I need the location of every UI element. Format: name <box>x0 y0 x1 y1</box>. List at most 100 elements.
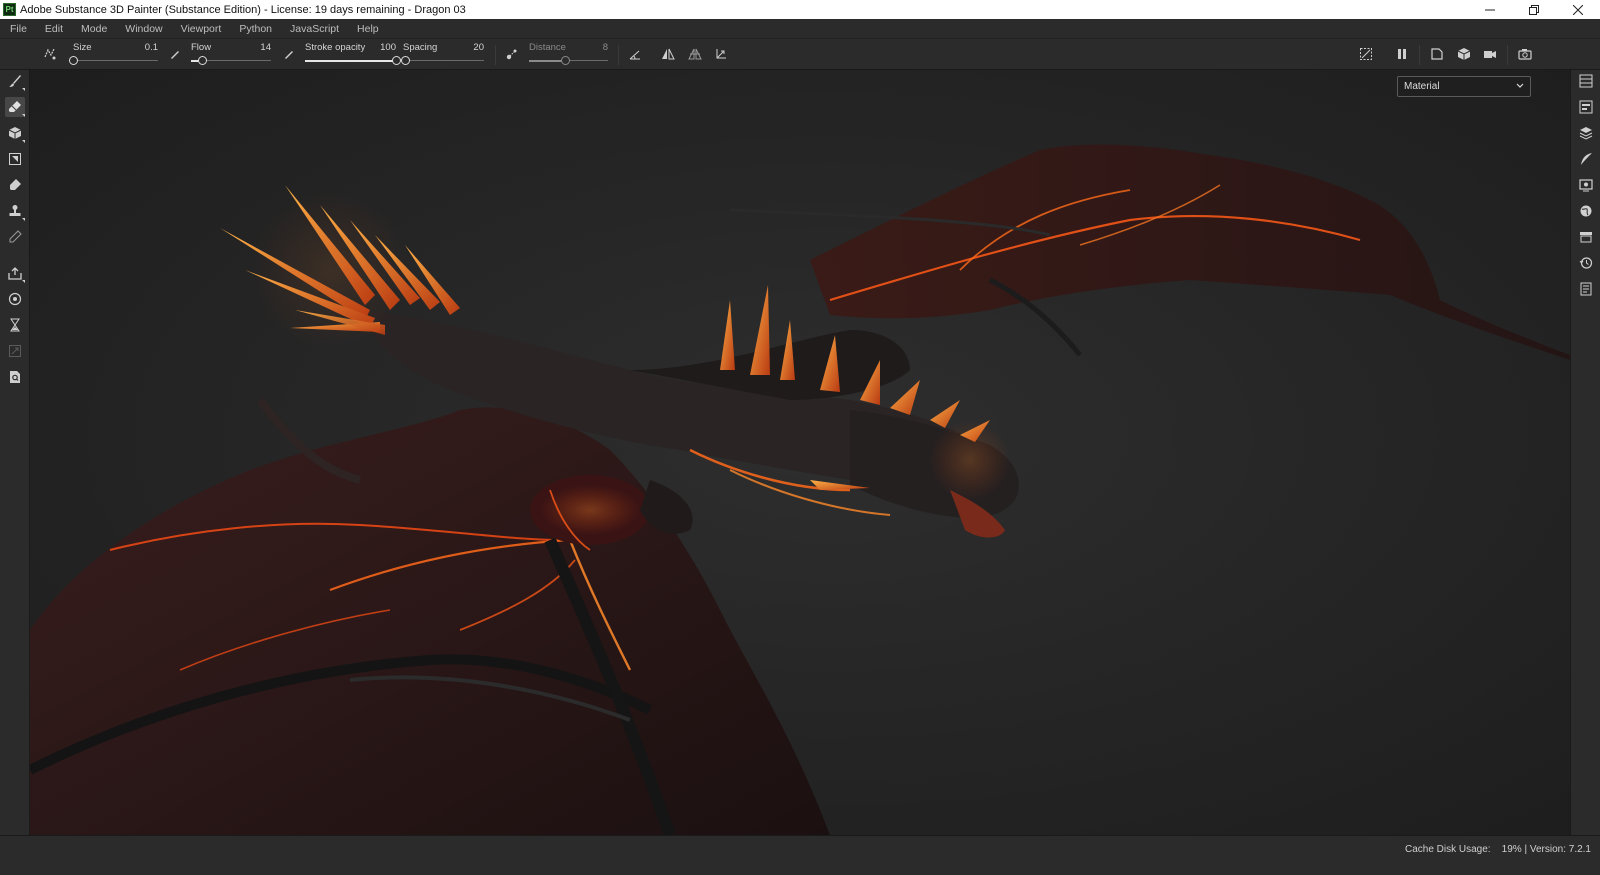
distance-slider[interactable]: Distance 8 <box>529 42 608 68</box>
settings-panel-icon <box>1579 100 1593 114</box>
distance-value[interactable]: 8 <box>603 42 608 53</box>
layers-button[interactable] <box>1577 124 1595 142</box>
viewport-channel-value: Material <box>1404 81 1440 92</box>
camera-mode-button[interactable] <box>1481 45 1499 63</box>
menu-file[interactable]: File <box>4 23 33 35</box>
opacity-pressure-button[interactable] <box>280 45 298 63</box>
stroke-opacity-slider-handle[interactable] <box>392 56 401 65</box>
size-slider[interactable]: Size 0.1 <box>69 42 158 68</box>
menu-window[interactable]: Window <box>119 23 168 35</box>
video-camera-icon <box>1484 51 1496 58</box>
projection-cube-icon <box>8 127 22 139</box>
eyedropper-icon <box>9 230 22 243</box>
paint-tool-button[interactable] <box>5 71 25 91</box>
size-slider-handle[interactable] <box>69 56 78 65</box>
toolbar-separator <box>1419 45 1420 65</box>
properties-button[interactable] <box>1577 150 1595 168</box>
spacing-value[interactable]: 20 <box>473 42 484 53</box>
color-picker-tool-button[interactable] <box>5 227 25 247</box>
history-clock-icon <box>1579 257 1593 269</box>
symmetry-button[interactable] <box>659 45 677 63</box>
restore-icon <box>1529 4 1539 15</box>
projection-tool-button[interactable] <box>5 123 25 143</box>
view-mode-3d-button[interactable] <box>1455 45 1473 63</box>
shelf-button[interactable] <box>1577 228 1595 246</box>
context-toolbar: Size 0.1 Flow 14 Stroke opacity 100 Spac… <box>0 38 1600 70</box>
app-logo: Pt <box>3 3 16 16</box>
size-value[interactable]: 0.1 <box>145 42 158 53</box>
symmetry-plane-icon <box>688 48 702 60</box>
flow-slider[interactable]: Flow 14 <box>191 42 271 68</box>
texture-set-settings-button[interactable] <box>1577 98 1595 116</box>
pen-pressure-icon <box>285 51 293 59</box>
lazy-mouse-button[interactable] <box>503 45 521 63</box>
flow-pressure-button[interactable] <box>166 45 184 63</box>
environment-button[interactable] <box>1577 202 1595 220</box>
symmetry-axis-button[interactable] <box>712 45 730 63</box>
selection-toggle-button[interactable] <box>1357 45 1375 63</box>
spacing-slider[interactable]: Spacing 20 <box>400 42 484 68</box>
log-document-icon <box>1580 282 1592 296</box>
menu-javascript[interactable]: JavaScript <box>284 23 345 35</box>
pause-render-button[interactable] <box>1393 45 1411 63</box>
spacing-label: Spacing <box>403 42 438 53</box>
3d-viewport[interactable]: X Z <box>30 70 1570 835</box>
smudge-tool-button[interactable] <box>5 175 25 195</box>
stamp-icon <box>9 205 21 216</box>
toolbar-separator <box>618 45 619 65</box>
stroke-opacity-label: Stroke opacity <box>305 42 366 53</box>
pause-icon <box>1398 49 1406 59</box>
hourglass-icon <box>10 318 20 332</box>
viewport-channel-select[interactable]: Material <box>1397 76 1531 97</box>
stroke-opacity-value[interactable]: 100 <box>380 42 396 53</box>
size-label: Size <box>73 42 92 53</box>
history-panel-button[interactable] <box>1577 254 1595 272</box>
status-text: Cache Disk Usage: 19% | Version: 7.2.1 <box>1404 844 1591 855</box>
toolbar-separator <box>1507 45 1508 65</box>
eraser-tool-button[interactable] <box>5 97 25 117</box>
camera-icon <box>1518 49 1532 60</box>
stroke-opacity-slider[interactable]: Stroke opacity 100 <box>305 42 401 68</box>
spacing-slider-handle[interactable] <box>400 56 410 65</box>
dragon-model-render[interactable] <box>30 70 1570 835</box>
menu-viewport[interactable]: Viewport <box>175 23 228 35</box>
screenshot-button[interactable] <box>1516 45 1534 63</box>
polygon-fill-icon <box>9 153 21 165</box>
document-search-icon <box>10 371 20 383</box>
angle-icon <box>629 50 640 60</box>
display-icon <box>1579 179 1593 192</box>
export-icon <box>8 267 22 280</box>
export-button[interactable] <box>5 263 25 283</box>
distance-slider-handle[interactable] <box>560 56 570 65</box>
clone-tool-button[interactable] <box>5 201 25 221</box>
brush-icon <box>9 75 21 87</box>
flow-slider-handle[interactable] <box>198 56 208 65</box>
minimize-button[interactable] <box>1468 0 1512 19</box>
close-button[interactable] <box>1556 0 1600 19</box>
display-settings-button[interactable] <box>1577 176 1595 194</box>
log-button[interactable] <box>1577 280 1595 298</box>
menu-mode[interactable]: Mode <box>75 23 113 35</box>
polygon-fill-tool-button[interactable] <box>5 149 25 169</box>
menu-edit[interactable]: Edit <box>39 23 69 35</box>
iray-button[interactable] <box>5 367 25 387</box>
distance-label: Distance <box>529 42 566 53</box>
view-mode-2d-button[interactable] <box>1428 45 1446 63</box>
flow-value[interactable]: 14 <box>260 42 271 53</box>
menu-python[interactable]: Python <box>233 23 278 35</box>
bake-button[interactable] <box>5 289 25 309</box>
angle-button[interactable] <box>626 45 644 63</box>
restore-button[interactable] <box>1512 0 1556 19</box>
brush-alignment-button[interactable] <box>41 45 59 63</box>
shelf-icon <box>1580 232 1592 243</box>
minimize-icon <box>1485 9 1495 10</box>
window-title: Adobe Substance 3D Painter (Substance Ed… <box>20 3 466 16</box>
quill-icon <box>1581 153 1592 165</box>
history-button[interactable] <box>5 315 25 335</box>
bake-icon <box>8 292 22 306</box>
flow-label: Flow <box>191 42 212 53</box>
transform-button[interactable] <box>5 341 25 361</box>
symmetry-mode-button[interactable] <box>686 45 704 63</box>
texture-set-list-button[interactable] <box>1577 72 1595 90</box>
menu-help[interactable]: Help <box>351 23 385 35</box>
